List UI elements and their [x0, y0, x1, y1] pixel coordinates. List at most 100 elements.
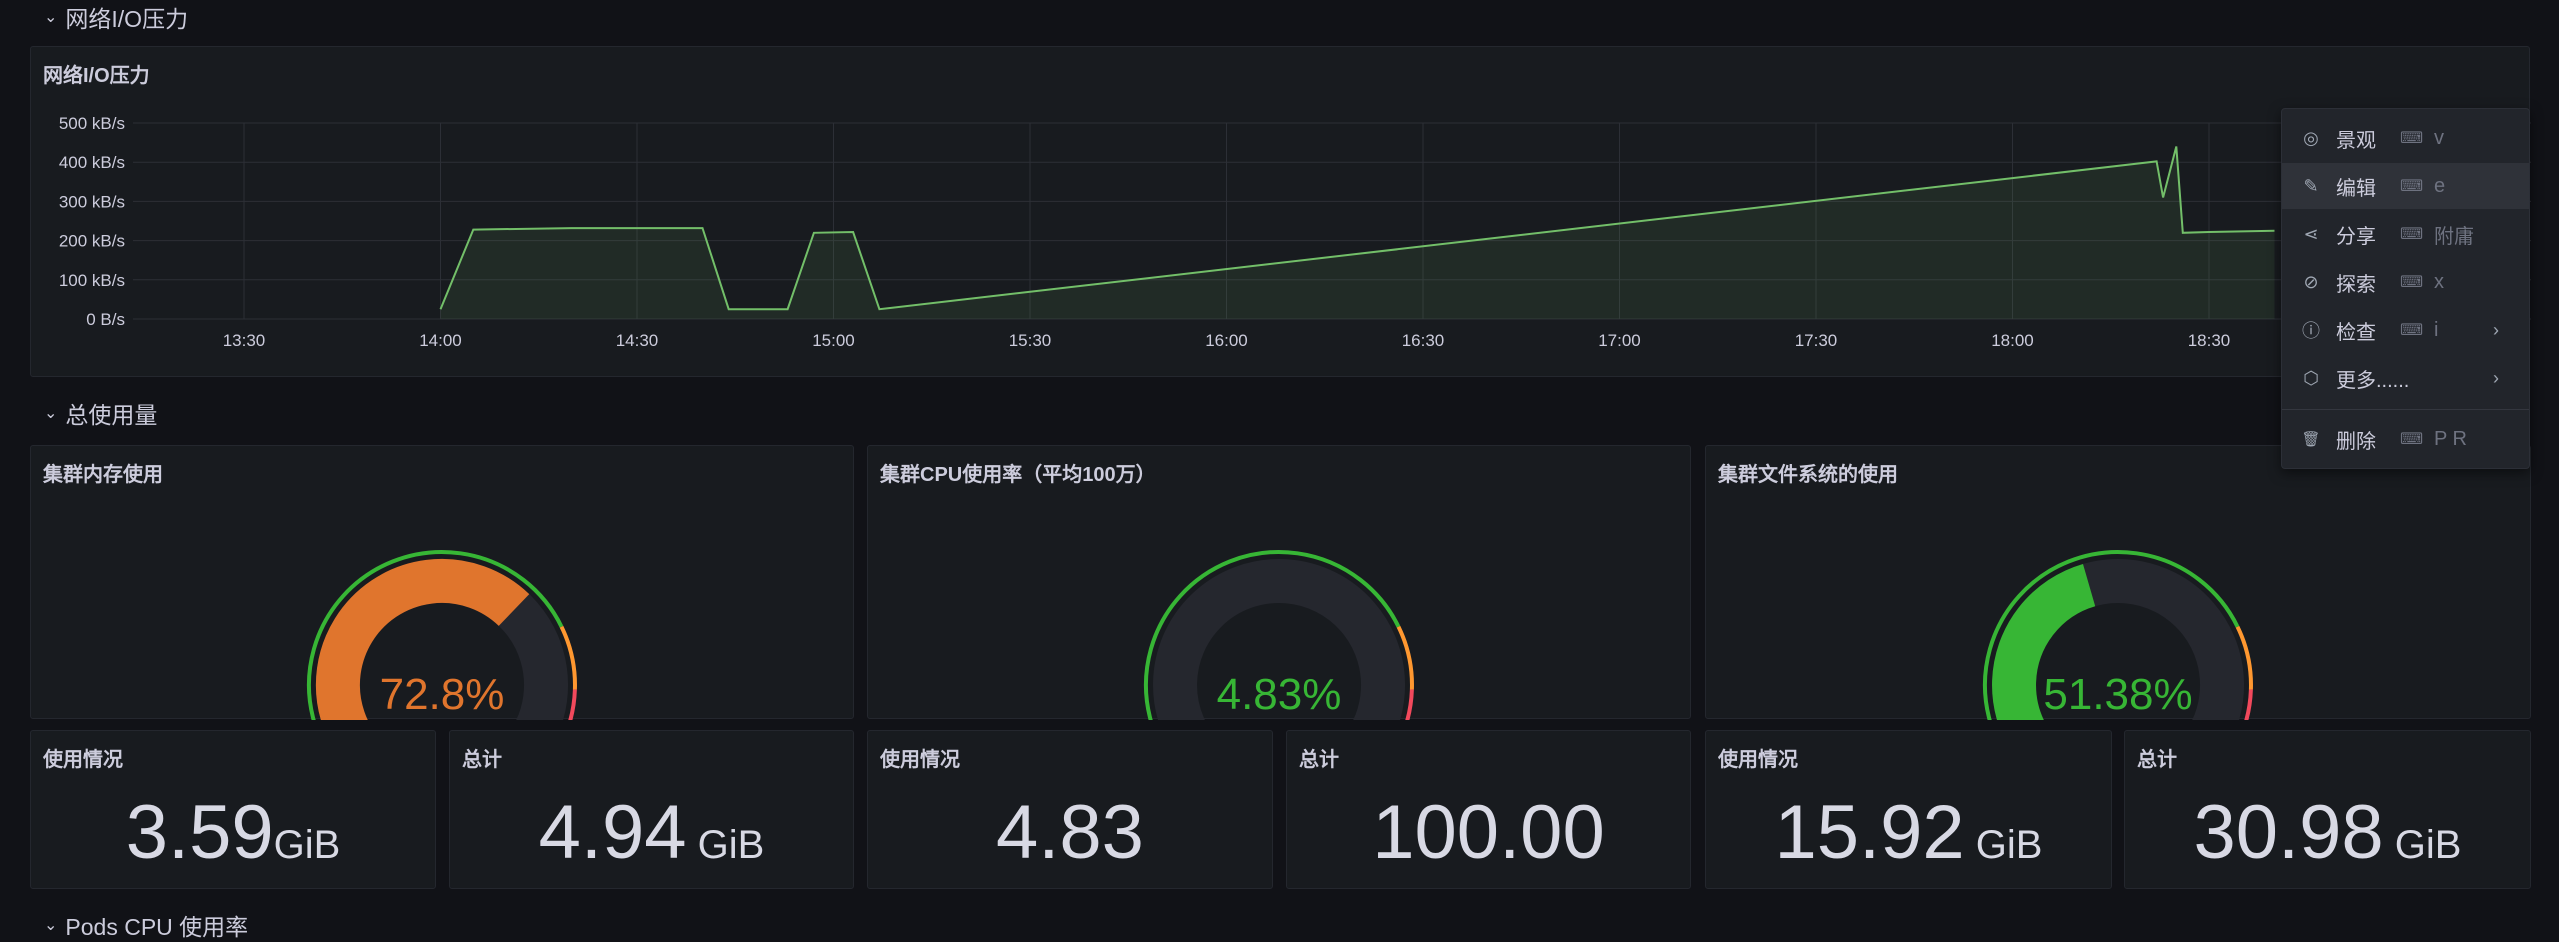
x-tick-label: 18:00 — [1991, 331, 2034, 350]
menu-divider — [2282, 409, 2529, 410]
cpu-gauge: 4.83% — [1143, 550, 1414, 720]
row-network-io[interactable]: ⌄ 网络I/O压力 — [44, 0, 188, 34]
keyboard-icon: ⌨ — [2400, 431, 2424, 448]
share-icon: ⋖ — [2303, 223, 2319, 244]
menu-item-label: 分享 — [2336, 225, 2376, 248]
stat-value: 15.92 GiB — [1706, 789, 2111, 876]
x-tick-label: 17:00 — [1598, 331, 1641, 350]
row-title-network: 网络I/O压力 — [65, 6, 189, 32]
panel-title: 总计 — [462, 749, 502, 771]
x-tick-label: 14:00 — [419, 331, 462, 350]
stat-number: 4.83 — [996, 790, 1144, 875]
menu-item-label: 检查 — [2336, 321, 2376, 344]
filesystem-gauge: 51.38% — [1982, 550, 2253, 720]
menu-item-share[interactable]: ⋖ 分享 ⌨ 附庸 — [2282, 211, 2529, 257]
network-io-panel[interactable]: 网络I/O压力 500 kB/s 400 kB/s 300 kB/s 200 kB/s… — [30, 46, 2531, 378]
panel-title: 使用情况 — [43, 749, 123, 771]
row-pods-cpu[interactable]: ⌄ Pods CPU 使用率 — [44, 908, 248, 942]
panel-title: 使用情况 — [1718, 749, 1798, 771]
y-tick-label: 200 kB/s — [59, 232, 125, 251]
gauge-panel-memory[interactable]: 集群内存使用 72.8% — [30, 445, 854, 720]
stat-panel-cpu-total[interactable]: 总计 100.00 — [1286, 730, 1691, 889]
keyboard-icon: ⌨ — [2400, 130, 2424, 147]
row-total-usage[interactable]: ⌄ 总使用量 — [44, 396, 157, 430]
chevron-right-icon: › — [2493, 367, 2499, 388]
panel-title: 使用情况 — [880, 749, 960, 771]
keyboard-icon: ⌨ — [2400, 226, 2424, 243]
menu-item-shortcut: v — [2434, 126, 2444, 149]
stat-unit: GiB — [2383, 823, 2462, 867]
row-title-total: 总使用量 — [65, 402, 158, 428]
menu-item-delete[interactable]: 🗑 删除 ⌨ P R — [2282, 416, 2529, 462]
menu-item-shortcut: i — [2434, 318, 2439, 341]
stat-number: 30.98 — [2193, 790, 2384, 875]
menu-item-shortcut: e — [2434, 174, 2446, 197]
network-io-chart[interactable]: 500 kB/s 400 kB/s 300 kB/s 200 kB/s 100 kB/s… — [31, 47, 2531, 378]
menu-item-label: 更多...... — [2336, 369, 2410, 392]
keyboard-icon: ⌨ — [2400, 322, 2424, 339]
memory-gauge: 72.8% — [306, 550, 577, 720]
stat-panel-memory-used[interactable]: 使用情况 3.59GiB — [30, 730, 436, 889]
y-tick-label: 100 kB/s — [59, 271, 125, 290]
panel-title: 总计 — [1299, 749, 1339, 771]
panel-title: 总计 — [2137, 749, 2177, 771]
menu-item-explore[interactable]: ⊘ 探索 ⌨ x — [2282, 259, 2529, 305]
keyboard-icon: ⌨ — [2400, 274, 2424, 291]
stat-unit: GiB — [273, 823, 341, 867]
x-tick-label: 13:30 — [223, 331, 266, 350]
menu-item-view[interactable]: ◎ 景观 ⌨ v — [2282, 115, 2529, 161]
menu-item-inspect[interactable]: ⓘ 检查 ⌨ i › — [2282, 307, 2529, 353]
x-tick-label: 15:00 — [812, 331, 855, 350]
menu-item-shortcut: P R — [2434, 427, 2467, 450]
eye-icon: ◎ — [2303, 127, 2319, 148]
gauge-value: 4.83% — [1217, 670, 1342, 719]
menu-item-shortcut: 附庸 — [2434, 225, 2474, 248]
y-tick-label: 300 kB/s — [59, 192, 125, 211]
cube-icon: ⬡ — [2303, 367, 2319, 388]
stat-value: 3.59GiB — [31, 789, 435, 876]
stat-value: 4.94 GiB — [450, 789, 853, 876]
stat-number: 3.59 — [125, 790, 274, 875]
gauge-panel-filesystem[interactable]: 集群文件系统的使用 51.38% — [1705, 445, 2531, 720]
stat-value: 100.00 — [1287, 789, 1690, 876]
keyboard-icon: ⌨ — [2400, 178, 2424, 195]
y-tick-label: 500 kB/s — [59, 114, 125, 133]
x-tick-label: 18:30 — [2188, 331, 2231, 350]
menu-item-shortcut: x — [2434, 270, 2444, 293]
stat-unit: GiB — [1964, 823, 2043, 867]
menu-item-edit[interactable]: ✎ 编辑 ⌨ e — [2282, 163, 2529, 209]
menu-item-label: 编辑 — [2336, 177, 2376, 200]
stat-panel-memory-total[interactable]: 总计 4.94 GiB — [449, 730, 854, 889]
gauge-value: 51.38% — [2043, 670, 2192, 719]
y-tick-label: 0 B/s — [86, 310, 125, 329]
x-tick-label: 14:30 — [616, 331, 659, 350]
stat-value: 30.98 GiB — [2125, 789, 2530, 876]
stat-panel-cpu-used[interactable]: 使用情况 4.83 — [867, 730, 1273, 889]
chevron-down-icon: ⌄ — [44, 405, 58, 422]
x-tick-label: 17:30 — [1795, 331, 1838, 350]
x-tick-label: 16:00 — [1205, 331, 1248, 350]
series-area — [440, 146, 2275, 319]
x-tick-label: 15:30 — [1009, 331, 1052, 350]
menu-item-label: 探索 — [2336, 273, 2376, 296]
stat-panel-fs-used[interactable]: 使用情况 15.92 GiB — [1705, 730, 2112, 889]
panel-context-menu: ◎ 景观 ⌨ v ✎ 编辑 ⌨ e ⋖ 分享 ⌨ 附庸 ⊘ 探索 ⌨ x ⓘ 检… — [2281, 108, 2530, 469]
stat-number: 4.94 — [538, 790, 687, 875]
gauge-panel-cpu[interactable]: 集群CPU使用率（平均100万） 4.83% — [867, 445, 1691, 720]
menu-item-label: 删除 — [2336, 430, 2376, 453]
menu-item-more[interactable]: ⬡ 更多...... › — [2282, 355, 2529, 401]
stat-number: 100.00 — [1372, 790, 1605, 875]
stat-number: 15.92 — [1774, 790, 1965, 875]
stat-panel-fs-total[interactable]: 总计 30.98 GiB — [2124, 730, 2531, 889]
trash-icon: 🗑 — [2301, 431, 2321, 448]
x-tick-label: 16:30 — [1402, 331, 1445, 350]
row-title-pods: Pods CPU 使用率 — [65, 914, 249, 940]
y-tick-label: 400 kB/s — [59, 153, 125, 172]
info-icon: ⓘ — [2302, 321, 2320, 341]
stat-value: 4.83 — [868, 789, 1272, 876]
chevron-down-icon: ⌄ — [44, 9, 58, 26]
gauge-value: 72.8% — [380, 670, 505, 719]
chevron-down-icon: ⌄ — [44, 917, 58, 934]
chevron-right-icon: › — [2493, 319, 2499, 340]
stat-unit: GiB — [686, 823, 765, 867]
